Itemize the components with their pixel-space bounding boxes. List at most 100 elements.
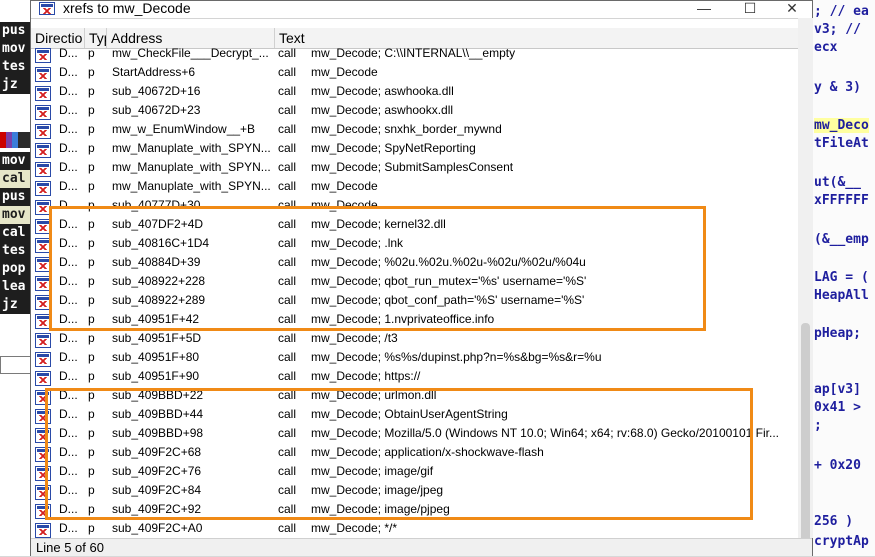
toolbar-icons[interactable] — [0, 132, 32, 148]
xref-row[interactable]: D... p sub_408922+228 call mw_Decode; qbot_r… — [31, 274, 798, 293]
row-kind: call — [278, 217, 297, 231]
scrollbar-thumb[interactable] — [801, 323, 810, 545]
row-address: mw_Manuplate_with_SPYN... — [112, 160, 271, 174]
row-text: mw_Decode; %s%s/dupinst.php?n=%s&bg=%s&r… — [311, 350, 602, 364]
xref-row[interactable]: D... p sub_40672D+16 call mw_Decode; aswhook… — [31, 84, 798, 103]
xref-row[interactable]: D... p mw_Manuplate_with_SPYN... call mw_Dec… — [31, 141, 798, 160]
xref-row[interactable]: D... p sub_409F2C+76 call mw_Decode; image/g… — [31, 464, 798, 483]
column-header-address[interactable]: Address — [107, 28, 275, 48]
xref-row[interactable]: D... p sub_409BBD+98 call mw_Decode; Mozilla… — [31, 426, 798, 445]
xref-type-icon — [35, 257, 51, 272]
row-address: sub_409F2C+92 — [112, 502, 202, 516]
row-kind: call — [278, 331, 297, 345]
column-header-type[interactable]: Typ — [85, 28, 107, 48]
row-address: sub_409F2C+68 — [112, 445, 202, 459]
mini-window-thumbnail[interactable] — [0, 356, 32, 374]
background-disassembly-left: pus mov tes jz mov cal pus mov cal tes p… — [0, 0, 34, 556]
xrefs-window[interactable]: xrefs to mw_Decode — ☐ ✕ Directio Typ Ad… — [30, 0, 813, 556]
minimize-button[interactable]: — — [681, 1, 727, 18]
xref-type-icon — [35, 352, 51, 367]
table-header: Directio Typ Address Text — [31, 28, 798, 49]
xref-row[interactable]: D... p sub_409F2C+68 call mw_Decode; applica… — [31, 445, 798, 464]
column-header-direction[interactable]: Directio — [31, 28, 85, 48]
xref-list[interactable]: D... p mw_CheckFile___Decrypt_... call mw_De… — [31, 48, 798, 538]
xref-row[interactable]: D... p sub_40951F+80 call mw_Decode; %s%s/du… — [31, 350, 798, 369]
asm-line: pus — [2, 189, 26, 204]
close-button[interactable]: ✕ — [771, 1, 813, 18]
column-header-text[interactable]: Text — [275, 28, 798, 48]
row-text: mw_Decode; qbot_conf_path='%S' username=… — [311, 293, 585, 307]
xref-row[interactable]: D... p sub_409BBD+44 call mw_Decode; ObtainU… — [31, 407, 798, 426]
row-address: sub_408922+289 — [112, 293, 206, 307]
row-kind: call — [278, 350, 297, 364]
row-address: sub_40951F+90 — [112, 369, 200, 383]
row-address: sub_409BBD+44 — [112, 407, 204, 421]
code-line: ecx — [814, 40, 838, 55]
row-kind: call — [278, 141, 297, 155]
row-type: p — [88, 65, 95, 79]
asm-line: pus — [2, 23, 26, 38]
xref-row[interactable]: D... p sub_409F2C+84 call mw_Decode; image/j… — [31, 483, 798, 502]
asm-line: lea — [2, 279, 26, 294]
row-address: sub_40951F+80 — [112, 350, 200, 364]
xref-row[interactable]: D... p sub_40951F+5D call mw_Decode; /t3 — [31, 331, 798, 350]
xref-type-icon — [35, 333, 51, 348]
row-type: p — [88, 236, 95, 250]
row-address: sub_40672D+16 — [112, 84, 201, 98]
xref-row[interactable]: D... p sub_40884D+39 call mw_Decode; %02u.%0… — [31, 255, 798, 274]
row-text: mw_Decode; 1.nvprivateoffice.info — [311, 312, 495, 326]
row-type: p — [88, 160, 95, 174]
row-type: p — [88, 388, 95, 402]
xref-row[interactable]: D... p mw_w_EnumWindow__+B call mw_Decode; s… — [31, 122, 798, 141]
xref-type-icon — [35, 162, 51, 177]
vertical-scrollbar[interactable] — [798, 18, 813, 545]
xref-type-icon — [35, 447, 51, 462]
asm-line: tes — [2, 59, 26, 74]
xref-row[interactable]: D... p mw_CheckFile___Decrypt_... call mw_De… — [31, 48, 798, 65]
xref-row[interactable]: D... p sub_40951F+90 call mw_Decode; https:/… — [31, 369, 798, 388]
xref-row[interactable]: D... p mw_Manuplate_with_SPYN... call mw_Dec… — [31, 179, 798, 198]
row-kind: call — [278, 483, 297, 497]
xref-row[interactable]: D... p sub_409F2C+A0 call mw_Decode; */* — [31, 521, 798, 538]
title-bar[interactable]: xrefs to mw_Decode — ☐ ✕ — [31, 0, 813, 19]
xref-row[interactable]: D... p sub_40816C+1D4 call mw_Decode; .lnk — [31, 236, 798, 255]
row-kind: call — [278, 369, 297, 383]
xref-type-icon — [35, 409, 51, 424]
code-line: + 0x20 — [814, 458, 861, 473]
code-line: y & 3) — [814, 80, 861, 95]
asm-block-mid: mov cal pus mov cal tes pop lea jz — [0, 152, 32, 314]
row-kind: call — [278, 464, 297, 478]
row-type: p — [88, 48, 95, 60]
row-type: p — [88, 122, 95, 136]
asm-line: mov — [2, 153, 26, 168]
row-text: mw_Decode; SpyNetReporting — [311, 141, 476, 155]
xref-row[interactable]: D... p sub_40951F+42 call mw_Decode; 1.nvpri… — [31, 312, 798, 331]
xref-row[interactable]: D... p sub_40672D+23 call mw_Decode; aswhook… — [31, 103, 798, 122]
xref-type-icon — [35, 428, 51, 443]
code-line: ap[v3] — [814, 382, 861, 397]
row-direction: D... — [59, 236, 78, 250]
row-address: sub_40884D+39 — [112, 255, 201, 269]
row-direction: D... — [59, 179, 78, 193]
row-direction: D... — [59, 521, 78, 535]
row-type: p — [88, 521, 95, 535]
row-type: p — [88, 84, 95, 98]
row-text: mw_Decode; qbot_run_mutex='%s' username=… — [311, 274, 587, 288]
xref-row[interactable]: D... p sub_40777D+30 call mw_Decode — [31, 198, 798, 217]
row-type: p — [88, 426, 95, 440]
row-text: mw_Decode; aswhookx.dll — [311, 103, 454, 117]
xref-row[interactable]: D... p sub_408922+289 call mw_Decode; qbot_c… — [31, 293, 798, 312]
xref-row[interactable]: D... p sub_407DF2+4D call mw_Decode; kernel3… — [31, 217, 798, 236]
xref-type-icon — [35, 314, 51, 329]
xref-row[interactable]: D... p sub_409BBD+22 call mw_Decode; urlmon.… — [31, 388, 798, 407]
xref-row[interactable]: D... p sub_409F2C+92 call mw_Decode; image/p… — [31, 502, 798, 521]
asm-line: tes — [2, 243, 26, 258]
xref-row[interactable]: D... p mw_Manuplate_with_SPYN... call mw_Dec… — [31, 160, 798, 179]
xref-row[interactable]: D... p StartAddress+6 call mw_Decode — [31, 65, 798, 84]
row-address: sub_40777D+30 — [112, 198, 201, 212]
row-address: sub_409F2C+76 — [112, 464, 202, 478]
maximize-button[interactable]: ☐ — [727, 1, 773, 18]
asm-block-top: pus mov tes jz — [0, 22, 32, 94]
row-kind: call — [278, 48, 297, 60]
xref-type-icon — [35, 295, 51, 310]
